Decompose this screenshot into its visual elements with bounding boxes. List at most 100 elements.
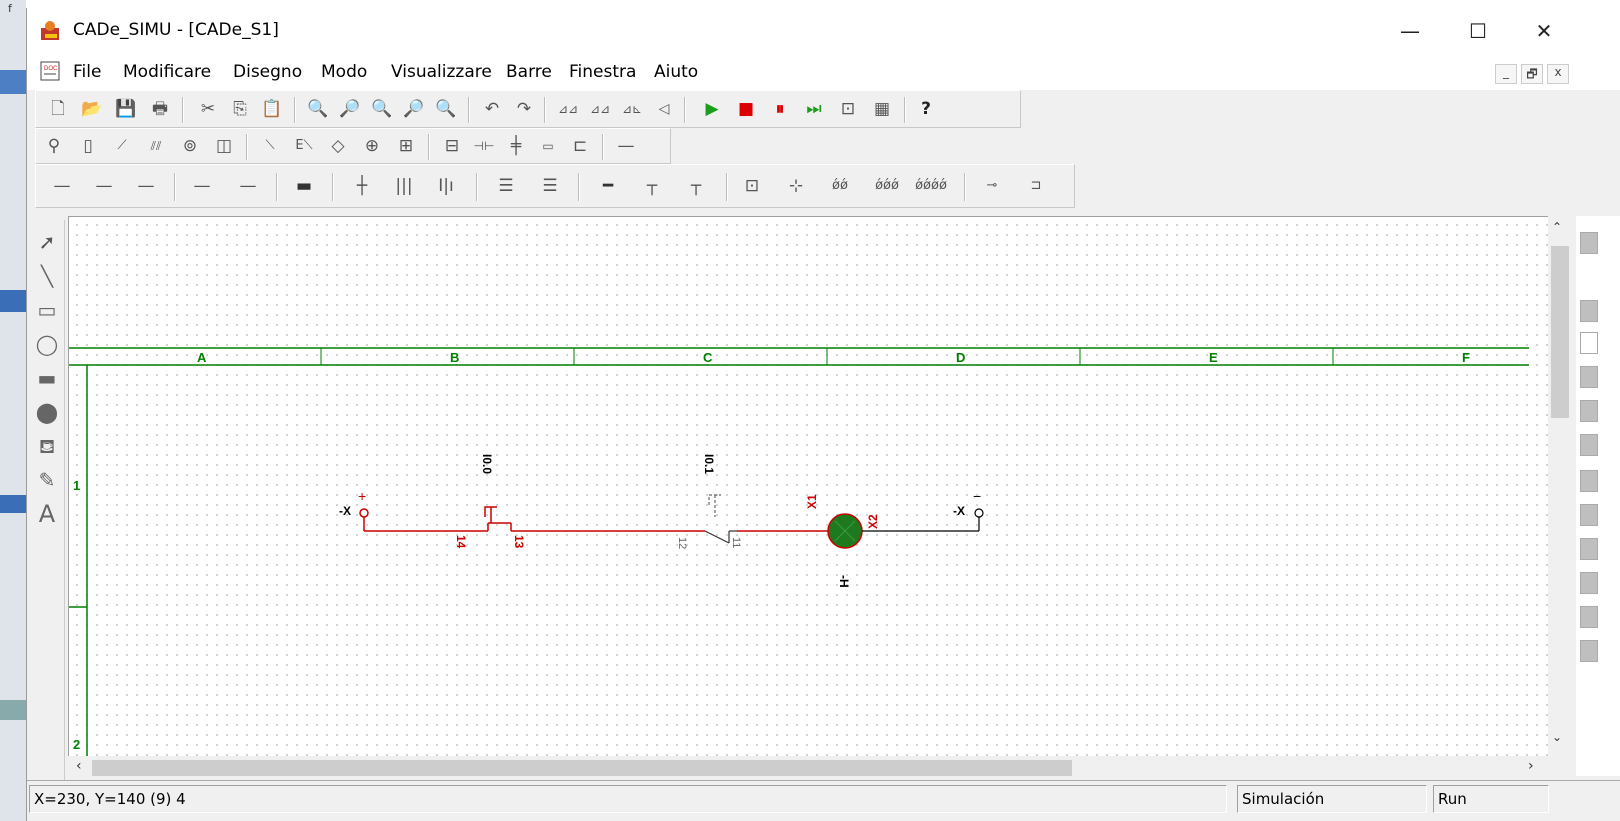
- wire-3-icon[interactable]: —: [134, 174, 158, 198]
- filled-rectangle-icon[interactable]: ▬: [33, 364, 61, 392]
- paste-icon[interactable]: 📋: [260, 97, 284, 121]
- mirror-h-icon[interactable]: ⊿⊿: [556, 97, 580, 121]
- mirror-v-icon[interactable]: ⊿⊿: [588, 97, 612, 121]
- ellipse-icon[interactable]: ◯: [33, 330, 61, 358]
- minimize-button[interactable]: —: [1387, 14, 1433, 48]
- zoom-in-icon[interactable]: 🔍: [306, 97, 330, 121]
- run-simulation-icon[interactable]: ▶: [700, 97, 724, 121]
- zoom-previous-icon[interactable]: 🔍: [434, 97, 458, 121]
- rotate-left-icon[interactable]: ◁: [652, 97, 676, 121]
- bus-icon[interactable]: ▬: [292, 174, 316, 198]
- connector-icon[interactable]: ⊏: [568, 134, 592, 158]
- three-wires-icon[interactable]: |||: [392, 174, 416, 198]
- breaker-icon[interactable]: ⟋: [110, 134, 134, 158]
- pushbutton-icon[interactable]: E⟍: [292, 134, 316, 158]
- rectangle-icon[interactable]: ▭: [33, 296, 61, 324]
- coil-icon[interactable]: ⊕: [360, 134, 384, 158]
- three-pole-breaker-icon[interactable]: ⫽⫽: [144, 134, 168, 158]
- menu-disegno[interactable]: Disegno: [233, 62, 302, 82]
- scroll-down-icon[interactable]: ⌄: [1552, 730, 1562, 744]
- horizontal-scrollbar[interactable]: ‹ ›: [68, 756, 1548, 780]
- pilot-lamp[interactable]: X1 X2 -H: [805, 494, 880, 588]
- wire-1-icon[interactable]: —: [50, 174, 74, 198]
- connector-terminal-icon[interactable]: ⊡: [740, 174, 764, 198]
- pen-icon[interactable]: ✎: [33, 466, 61, 494]
- motor-icon[interactable]: ⊚: [178, 134, 202, 158]
- mdi-minimize-button[interactable]: _: [1495, 64, 1517, 84]
- terminal-pair-icon[interactable]: ǿǿ: [828, 174, 852, 198]
- save-icon[interactable]: 💾: [114, 97, 138, 121]
- help-icon[interactable]: ?: [914, 97, 938, 121]
- menu-visualizzare[interactable]: Visualizzare: [391, 62, 492, 82]
- sensor-icon[interactable]: ◇: [326, 134, 350, 158]
- three-wires-alt-icon[interactable]: I|ı: [434, 174, 458, 198]
- terminal-triple-icon[interactable]: ǿǿǿ: [870, 174, 904, 198]
- tee-up-icon[interactable]: ┬: [684, 174, 708, 198]
- vertical-scrollbar[interactable]: ⌃ ⌄: [1548, 216, 1572, 756]
- close-button[interactable]: ✕: [1521, 14, 1567, 48]
- right-terminal[interactable]: -X −: [953, 488, 984, 518]
- connector-cross-icon[interactable]: ⊹: [784, 174, 808, 198]
- left-terminal[interactable]: -X +: [339, 488, 369, 531]
- terminal-quad-icon[interactable]: ǿǿǿǿ: [910, 174, 952, 198]
- contact-i0-1[interactable]: I0.1 12 11: [676, 454, 742, 549]
- drawing-canvas[interactable]: A B C D E F 1 2 -X + I0.0 14 13 I0.1 12 …: [68, 216, 1548, 757]
- filled-ellipse-icon[interactable]: ⬤: [33, 398, 61, 426]
- vertical-scroll-thumb[interactable]: [1551, 246, 1569, 418]
- menu-file[interactable]: File: [73, 62, 101, 82]
- stop-simulation-icon[interactable]: ■: [734, 97, 758, 121]
- menu-aiuto[interactable]: Aiuto: [654, 62, 698, 82]
- copy-icon[interactable]: ⎘: [228, 97, 252, 121]
- line-icon[interactable]: ╲: [33, 262, 61, 290]
- transformer-icon[interactable]: ◫: [212, 134, 236, 158]
- menu-finestra[interactable]: Finestra: [569, 62, 636, 82]
- io-block-icon[interactable]: ▭: [536, 134, 560, 158]
- pause-simulation-icon[interactable]: ⏸: [768, 97, 792, 121]
- zoom-out-icon[interactable]: 🔎: [338, 97, 362, 121]
- wire-2-icon[interactable]: —: [92, 174, 116, 198]
- print-icon[interactable]: 🖶: [148, 97, 172, 121]
- redo-icon[interactable]: ↷: [512, 97, 536, 121]
- tee-down-icon[interactable]: ┬: [640, 174, 664, 198]
- fuse-icon[interactable]: ▯: [76, 134, 100, 158]
- plc-icon[interactable]: ⊟: [440, 134, 464, 158]
- horizontal-bus-alt-icon[interactable]: ☰: [538, 174, 562, 198]
- text-tool-icon[interactable]: A: [33, 500, 61, 528]
- input-icon[interactable]: ⊣⊢: [472, 134, 496, 158]
- thick-wire-icon[interactable]: ━: [596, 174, 620, 198]
- rotate-icon[interactable]: ⊿⊾: [620, 97, 644, 121]
- line-tool-icon[interactable]: —: [614, 134, 638, 158]
- maximize-button[interactable]: ☐: [1455, 14, 1501, 48]
- open-folder-icon[interactable]: 📂: [80, 97, 104, 121]
- undo-icon[interactable]: ↶: [480, 97, 504, 121]
- plug-female-icon[interactable]: ⊐: [1024, 174, 1048, 198]
- menu-modificare[interactable]: Modificare: [123, 62, 211, 82]
- horizontal-scroll-thumb[interactable]: [92, 760, 1072, 776]
- scroll-left-icon[interactable]: ‹: [76, 758, 82, 774]
- contact-no-icon[interactable]: ⟍: [258, 134, 282, 158]
- cut-icon[interactable]: ✂: [196, 97, 220, 121]
- scroll-up-icon[interactable]: ⌃: [1552, 220, 1562, 234]
- terminal-icon[interactable]: ⚲: [42, 134, 66, 158]
- menu-modo[interactable]: Modo: [321, 62, 367, 82]
- new-file-icon[interactable]: 🗋: [46, 97, 70, 121]
- mdi-restore-button[interactable]: 🗗: [1521, 64, 1543, 84]
- zoom-all-icon[interactable]: 🔎: [402, 97, 426, 121]
- plug-male-icon[interactable]: ⊸: [980, 174, 1004, 198]
- wire-4-icon[interactable]: —: [190, 174, 214, 198]
- step-simulation-icon[interactable]: ⏭: [802, 97, 826, 121]
- select-arrow-icon[interactable]: ➚: [33, 228, 61, 256]
- wire-5-icon[interactable]: —: [236, 174, 260, 198]
- scroll-right-icon[interactable]: ›: [1528, 758, 1534, 774]
- contact-i0-0[interactable]: I0.0 14 13: [454, 454, 526, 549]
- mdi-close-button[interactable]: x: [1547, 64, 1569, 84]
- fill-bucket-icon[interactable]: ⛾: [33, 432, 61, 460]
- zoom-window-icon[interactable]: 🔍: [370, 97, 394, 121]
- properties-icon[interactable]: ▦: [870, 97, 894, 121]
- relay-icon[interactable]: ⊞: [394, 134, 418, 158]
- output-icon[interactable]: ╪: [504, 134, 528, 158]
- horizontal-bus-icon[interactable]: ☰: [494, 174, 518, 198]
- page-layout-icon[interactable]: ⊡: [836, 97, 860, 121]
- junction-icon[interactable]: ┼: [350, 174, 374, 198]
- menu-barre[interactable]: Barre: [506, 62, 552, 82]
